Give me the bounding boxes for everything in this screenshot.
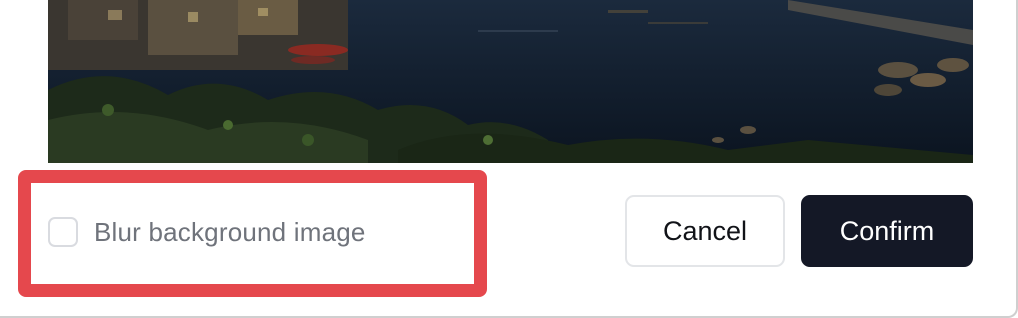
blur-background-checkbox[interactable]	[48, 217, 78, 247]
cancel-button[interactable]: Cancel	[625, 195, 785, 267]
confirm-button[interactable]: Confirm	[801, 195, 973, 267]
blur-background-label: Blur background image	[94, 216, 366, 247]
blur-background-option[interactable]: Blur background image	[48, 216, 366, 248]
dialog: Blur background image Cancel Confirm	[0, 0, 1018, 318]
background-image-preview	[48, 0, 973, 163]
